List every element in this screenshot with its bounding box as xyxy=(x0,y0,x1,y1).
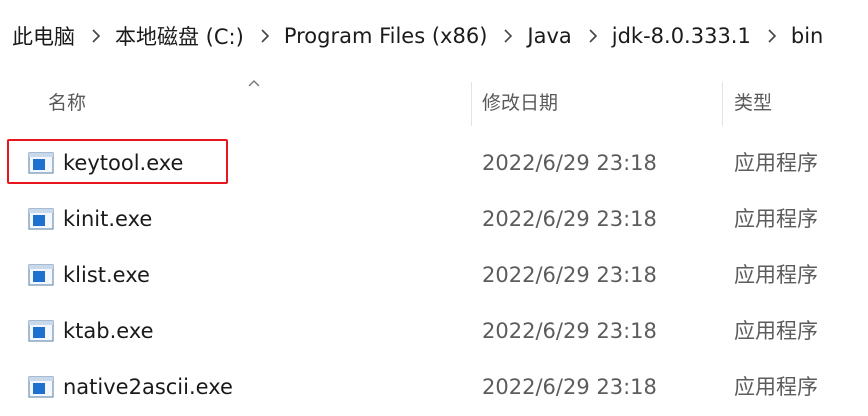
file-name: klist.exe xyxy=(63,263,150,287)
column-divider[interactable] xyxy=(471,82,472,126)
chevron-right-icon[interactable] xyxy=(761,25,783,47)
file-name: native2ascii.exe xyxy=(63,375,233,399)
file-row-klist[interactable]: klist.exe 2022/6/29 23:18 应用程序 xyxy=(0,252,868,308)
chevron-right-icon[interactable] xyxy=(254,25,276,47)
column-header-name[interactable]: 名称 xyxy=(48,76,86,130)
file-row-ktab[interactable]: ktab.exe 2022/6/29 23:18 应用程序 xyxy=(0,308,868,364)
breadcrumb-item-java[interactable]: Java xyxy=(521,24,577,48)
file-type: 应用程序 xyxy=(734,263,818,287)
file-row-kinit[interactable]: kinit.exe 2022/6/29 23:18 应用程序 xyxy=(0,196,868,252)
exe-file-icon xyxy=(28,152,54,174)
exe-file-icon xyxy=(28,320,54,342)
breadcrumb-item-this-pc[interactable]: 此电脑 xyxy=(0,21,81,51)
chevron-right-icon[interactable] xyxy=(497,25,519,47)
column-header-row: 名称 修改日期 类型 xyxy=(0,76,868,130)
column-header-type[interactable]: 类型 xyxy=(734,76,772,130)
breadcrumb-item-jdk[interactable]: jdk-8.0.333.1 xyxy=(606,24,757,48)
file-type: 应用程序 xyxy=(734,375,818,399)
file-date-modified: 2022/6/29 23:18 xyxy=(482,263,657,287)
exe-file-icon xyxy=(28,208,54,230)
file-type: 应用程序 xyxy=(734,207,818,231)
file-row-keytool[interactable]: keytool.exe 2022/6/29 23:18 应用程序 xyxy=(0,140,868,196)
file-date-modified: 2022/6/29 23:18 xyxy=(482,151,657,175)
column-divider[interactable] xyxy=(722,82,723,126)
file-row-native2ascii[interactable]: native2ascii.exe 2022/6/29 23:18 应用程序 xyxy=(0,364,868,416)
file-explorer-window: 此电脑 本地磁盘 (C:) Program Files (x86) Java j… xyxy=(0,0,868,416)
file-name: ktab.exe xyxy=(63,319,154,343)
file-type: 应用程序 xyxy=(734,151,818,175)
chevron-right-icon[interactable] xyxy=(582,25,604,47)
file-name: kinit.exe xyxy=(63,207,153,231)
breadcrumb-item-bin[interactable]: bin xyxy=(785,24,829,48)
column-header-date-modified[interactable]: 修改日期 xyxy=(482,76,558,130)
chevron-right-icon[interactable] xyxy=(85,25,107,47)
breadcrumb-item-program-files-x86[interactable]: Program Files (x86) xyxy=(278,24,494,48)
exe-file-icon xyxy=(28,376,54,398)
exe-file-icon xyxy=(28,264,54,286)
file-type: 应用程序 xyxy=(734,319,818,343)
file-name: keytool.exe xyxy=(63,151,184,175)
file-date-modified: 2022/6/29 23:18 xyxy=(482,207,657,231)
file-date-modified: 2022/6/29 23:18 xyxy=(482,375,657,399)
breadcrumb: 此电脑 本地磁盘 (C:) Program Files (x86) Java j… xyxy=(0,0,868,72)
sort-ascending-caret-icon xyxy=(248,80,260,87)
breadcrumb-item-local-disk-c[interactable]: 本地磁盘 (C:) xyxy=(109,21,250,51)
file-date-modified: 2022/6/29 23:18 xyxy=(482,319,657,343)
